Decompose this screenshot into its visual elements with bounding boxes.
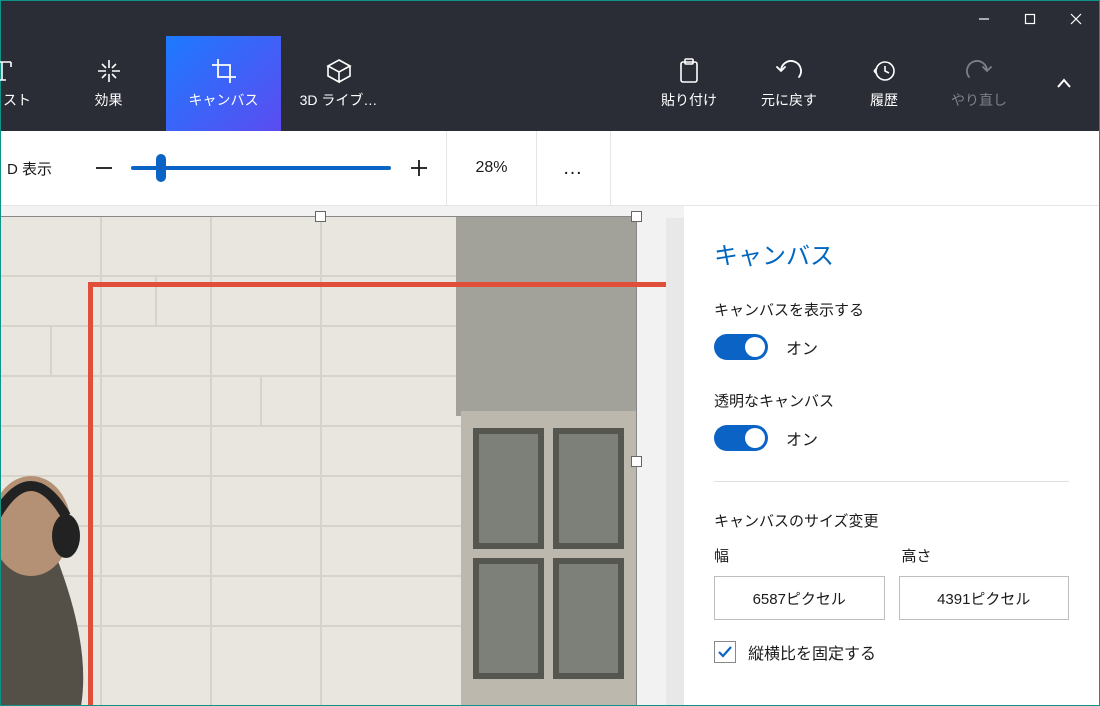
tool-history[interactable]: 履歴 [839,36,929,131]
width-input[interactable]: 6587ピクセル [714,576,885,620]
transparent-canvas-state: オン [786,426,818,450]
transparent-canvas-label: 透明なキャンバス [714,390,1069,411]
lock-aspect-row[interactable]: 縦横比を固定する [714,640,1069,664]
app-window: スト 効果 キャンバス 3D ライブ… 貼り付け [0,0,1100,706]
title-bar [1,1,1099,36]
height-label: 高さ [902,545,1070,566]
redo-icon [965,58,993,84]
tool-canvas[interactable]: キャンバス [166,36,281,131]
close-button[interactable] [1053,1,1099,36]
clipboard-icon [677,58,701,84]
tool-effects[interactable]: 効果 [51,36,166,131]
zoom-more-button[interactable]: … [536,131,611,205]
crop-icon [210,58,238,84]
minimize-button[interactable] [961,1,1007,36]
tool-text-label: スト [3,90,31,110]
canvas-workspace[interactable] [1,206,684,705]
tool-paste-label: 貼り付け [661,90,717,110]
annotation-line-horizontal [88,282,684,287]
tool-canvas-label: キャンバス [189,90,259,110]
zoom-slider[interactable] [131,166,391,170]
vertical-scrollbar[interactable] [666,218,684,705]
cube-icon [325,58,353,84]
height-input[interactable]: 4391ピクセル [899,576,1070,620]
tool-redo: やり直し [929,36,1029,131]
ribbon-spacer [396,36,639,131]
panel-divider [714,481,1069,482]
canvas-image [1,216,636,705]
resize-handle-right[interactable] [631,456,642,467]
tool-paste[interactable]: 貼り付け [639,36,739,131]
tool-3d-library[interactable]: 3D ライブ… [281,36,396,131]
properties-panel: キャンバス キャンバスを表示する オン 透明なキャンバス オン キャンバスのサイ… [684,206,1099,705]
lock-aspect-checkbox[interactable] [714,641,736,663]
annotation-line-vertical [88,282,93,705]
show-canvas-toggle[interactable] [714,334,768,360]
width-label: 幅 [714,545,882,566]
zoom-percent[interactable]: 28% [446,131,536,205]
zoom-in-button[interactable] [391,157,446,179]
sparkle-icon [95,58,123,84]
transparent-canvas-toggle[interactable] [714,425,768,451]
tool-redo-label: やり直し [951,90,1007,110]
resize-handle-top[interactable] [315,211,326,222]
resize-handle-top-right[interactable] [631,211,642,222]
tool-history-label: 履歴 [870,90,898,110]
undo-icon [775,58,803,84]
ribbon-collapse-button[interactable] [1029,36,1099,131]
panel-title: キャンバス [714,236,1069,271]
view-mode-label[interactable]: D 表示 [1,158,76,179]
resize-canvas-label: キャンバスのサイズ変更 [714,510,1069,531]
tool-undo[interactable]: 元に戻す [739,36,839,131]
show-canvas-state: オン [786,335,818,359]
tool-text[interactable]: スト [1,36,51,131]
show-canvas-label: キャンバスを表示する [714,299,1069,320]
zoom-out-button[interactable] [76,157,131,179]
maximize-button[interactable] [1007,1,1053,36]
tool-3d-library-label: 3D ライブ… [300,90,378,110]
text-icon [0,58,15,84]
tool-effects-label: 効果 [95,90,123,110]
tool-undo-label: 元に戻す [761,90,817,110]
lock-aspect-label: 縦横比を固定する [748,640,876,664]
history-icon [871,58,897,84]
zoom-bar: D 表示 28% … [1,131,1099,206]
ribbon-toolbar: スト 効果 キャンバス 3D ライブ… 貼り付け [1,36,1099,131]
main-area: キャンバス キャンバスを表示する オン 透明なキャンバス オン キャンバスのサイ… [1,206,1099,705]
